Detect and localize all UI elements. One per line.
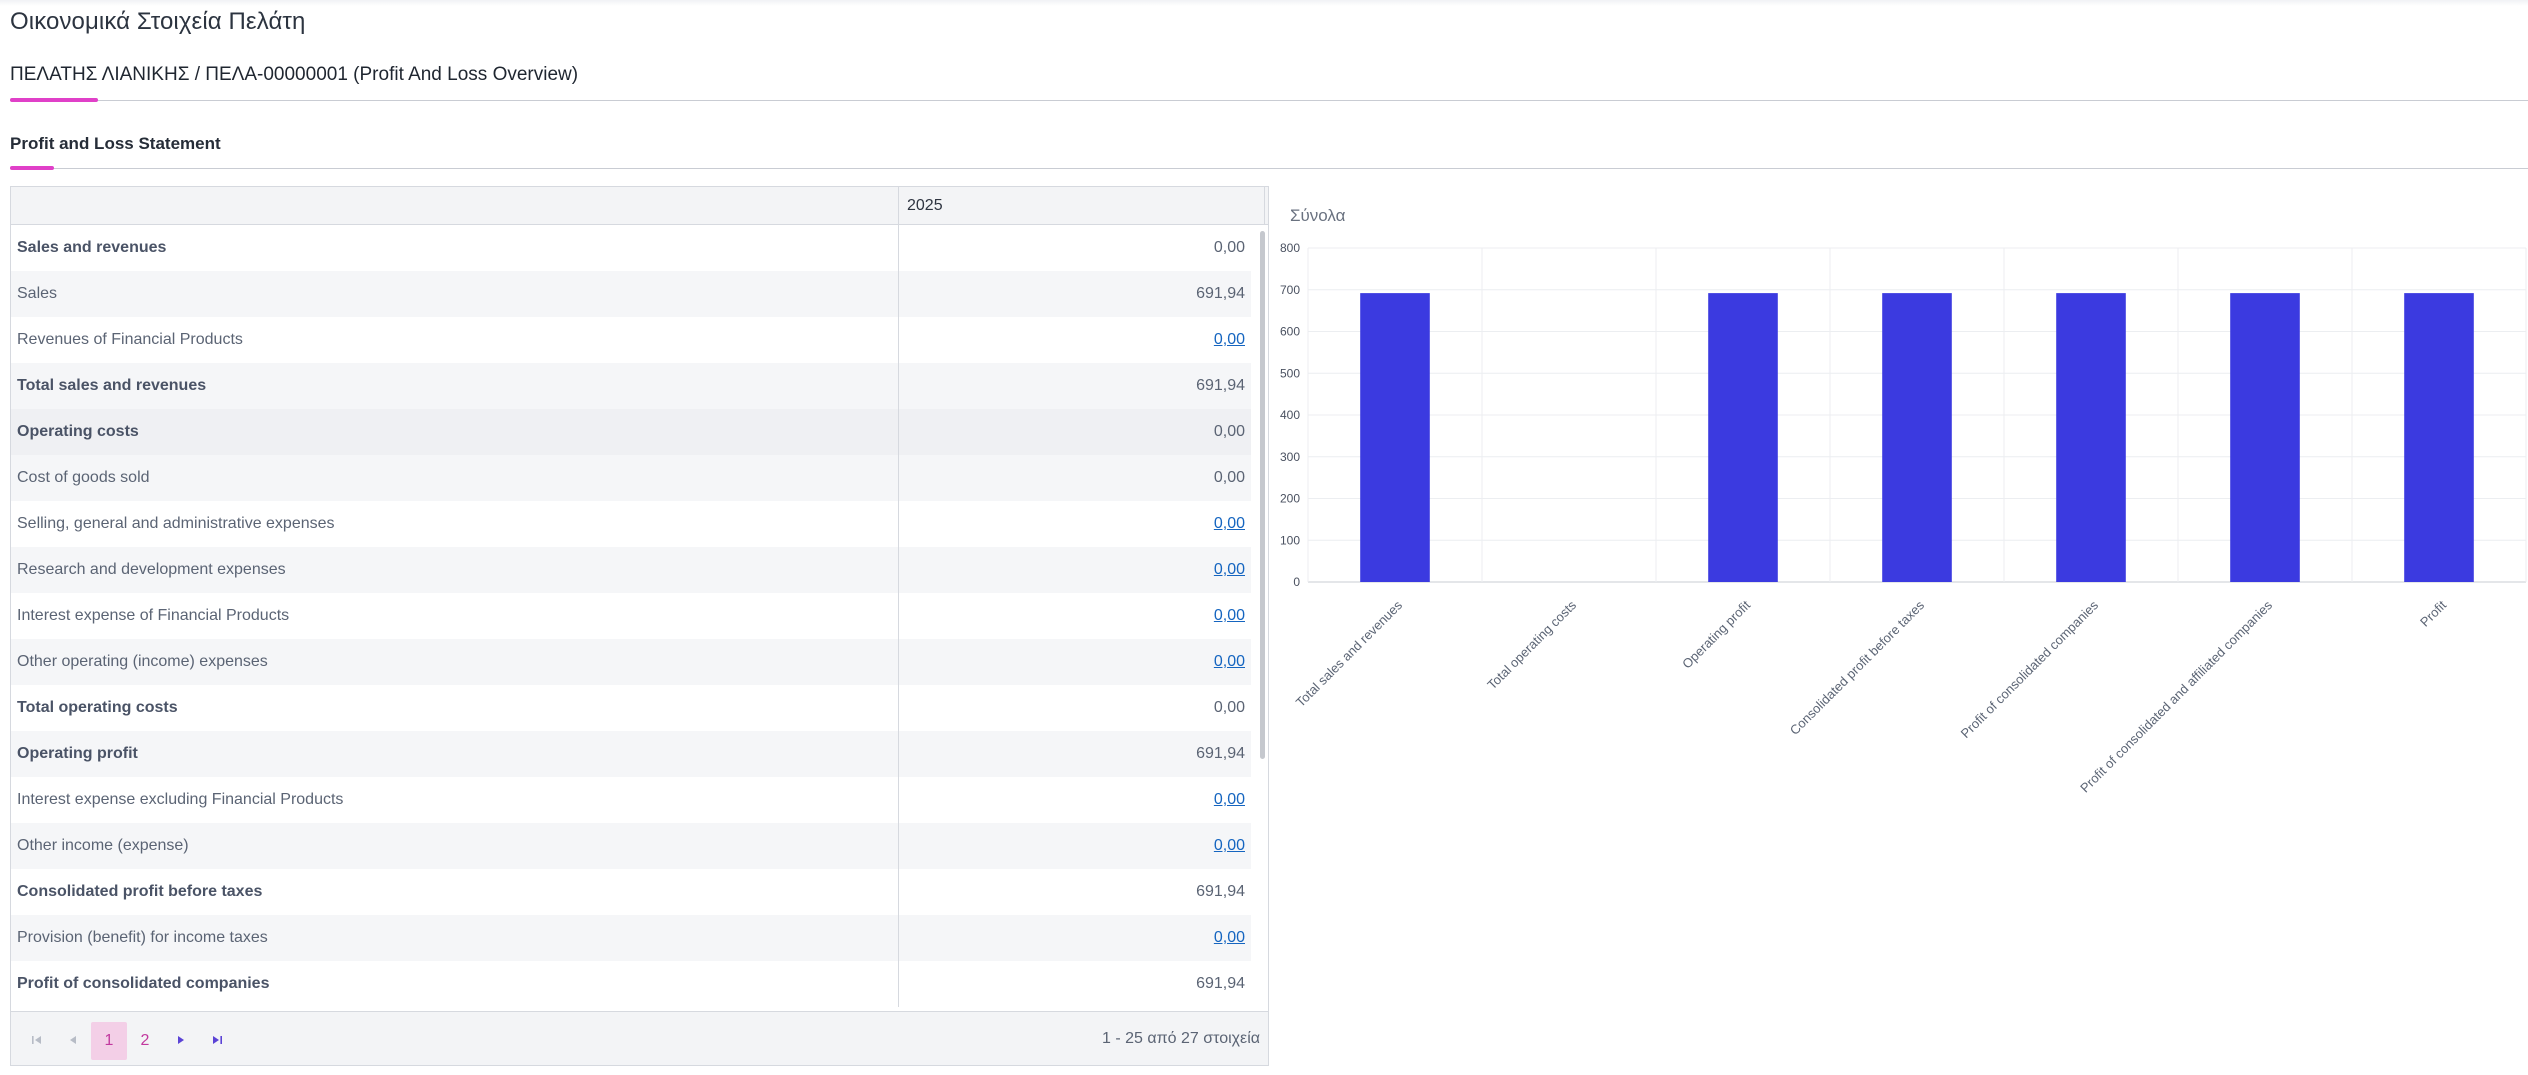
row-value: 0,00 <box>1213 423 1245 440</box>
row-label: Consolidated profit before taxes <box>11 869 899 915</box>
row-value: 691,94 <box>1196 745 1245 762</box>
table-row[interactable]: Research and development expenses 0,00 <box>11 547 1251 593</box>
row-value: 691,94 <box>1196 377 1245 394</box>
row-value-link[interactable]: 0,00 <box>899 317 1251 363</box>
table-row[interactable]: Interest expense of Financial Products 0,… <box>11 593 1251 639</box>
section-divider <box>10 168 2528 169</box>
first-page-icon[interactable] <box>19 1022 55 1060</box>
row-label: Operating profit <box>11 731 899 777</box>
grid-header-year-column[interactable]: 2025 <box>899 187 1265 225</box>
row-label: Sales and revenues <box>11 225 899 271</box>
grid-header-label-column[interactable] <box>11 187 899 225</box>
row-label: Cost of goods sold <box>11 455 899 501</box>
x-tick-label: Total operating costs <box>1484 597 1579 692</box>
row-value-link[interactable]: 0,00 <box>899 777 1251 823</box>
y-tick-label: 200 <box>1280 492 1300 506</box>
table-row[interactable]: Consolidated profit before taxes 691,94 <box>11 869 1251 915</box>
row-value: 691,94 <box>1196 883 1245 900</box>
row-value-link[interactable]: 0,00 <box>899 639 1251 685</box>
row-label: Revenues of Financial Products <box>11 317 899 363</box>
table-row[interactable]: Other operating (income) expenses 0,00 <box>11 639 1251 685</box>
x-tick-label: Profit of consolidated companies <box>1958 597 2102 741</box>
x-tick-label: Total sales and revenues <box>1293 597 1406 710</box>
totals-chart: Σύνολα 0 100 200 300 400 500 600 700 800 Total sa… <box>1272 186 2528 906</box>
x-tick-label: Profit <box>2417 597 2449 629</box>
y-tick-label: 700 <box>1280 283 1300 297</box>
chart-bar <box>2056 293 2126 582</box>
chart-bar <box>1882 293 1952 582</box>
table-row[interactable]: Selling, general and administrative expe… <box>11 501 1251 547</box>
table-row[interactable]: Interest expense excluding Financial Pro… <box>11 777 1251 823</box>
table-row[interactable]: Sales and revenues 0,00 <box>11 225 1251 271</box>
grid-pager: 1 2 1 - 25 από 27 στοιχεία <box>11 1011 1268 1065</box>
table-row[interactable]: Other income (expense) 0,00 <box>11 823 1251 869</box>
breadcrumb-active-indicator <box>10 98 98 102</box>
breadcrumb-divider <box>10 100 2528 101</box>
breadcrumb-tab[interactable]: ΠΕΛΑΤΗΣ ΛΙΑΝΙΚΗΣ / ΠΕΛΑ-00000001 (Profit… <box>10 64 578 86</box>
row-label: Provision (benefit) for income taxes <box>11 915 899 961</box>
table-row[interactable]: Total operating costs 0,00 <box>11 685 1251 731</box>
row-label: Interest expense excluding Financial Pro… <box>11 777 899 823</box>
row-value: 691,94 <box>1196 285 1245 302</box>
y-tick-label: 800 <box>1280 241 1300 255</box>
grid-vertical-scrollbar[interactable] <box>1260 231 1265 759</box>
row-value-link[interactable]: 0,00 <box>899 593 1251 639</box>
table-row[interactable]: Provision (benefit) for income taxes 0,00 <box>11 915 1251 961</box>
page-1-button[interactable]: 1 <box>91 1022 127 1060</box>
page-2-button[interactable]: 2 <box>127 1022 163 1060</box>
y-tick-label: 500 <box>1280 366 1300 380</box>
section-active-indicator <box>10 166 54 170</box>
prev-page-icon[interactable] <box>55 1022 91 1060</box>
row-value: 0,00 <box>1213 239 1245 256</box>
row-label: Interest expense of Financial Products <box>11 593 899 639</box>
table-row[interactable]: Total sales and revenues 691,94 <box>11 363 1251 409</box>
row-label: Total sales and revenues <box>11 363 899 409</box>
chart-bar <box>2404 293 2474 582</box>
row-label: Other operating (income) expenses <box>11 639 899 685</box>
table-row[interactable]: Operating profit 691,94 <box>11 731 1251 777</box>
topbar-shadow <box>0 0 2528 6</box>
section-title[interactable]: Profit and Loss Statement <box>10 134 221 154</box>
table-row[interactable]: Revenues of Financial Products 0,00 <box>11 317 1251 363</box>
row-label: Research and development expenses <box>11 547 899 593</box>
row-label: Sales <box>11 271 899 317</box>
page-title: Οικονομικά Στοιχεία Πελάτη <box>10 8 306 35</box>
y-tick-label: 400 <box>1280 408 1300 422</box>
chart-bar <box>1360 293 1430 582</box>
grid-header: 2025 <box>11 187 1268 225</box>
y-tick-label: 100 <box>1280 533 1300 547</box>
row-value: 691,94 <box>1196 975 1245 992</box>
row-value-link[interactable]: 0,00 <box>899 915 1251 961</box>
pager-info: 1 - 25 από 27 στοιχεία <box>1102 1030 1260 1047</box>
row-label: Total operating costs <box>11 685 899 731</box>
row-value-link[interactable]: 0,00 <box>899 501 1251 547</box>
table-row[interactable]: Sales 691,94 <box>11 271 1251 317</box>
row-value-link[interactable]: 0,00 <box>899 547 1251 593</box>
x-tick-label: Profit of consolidated and affiliated co… <box>2077 597 2275 795</box>
pnl-grid: 2025 Sales and revenues 0,00 Sales 691,94 Re… <box>10 186 1269 1066</box>
row-label: Profit of consolidated companies <box>11 961 899 1007</box>
x-tick-label: Operating profit <box>1679 597 1753 671</box>
y-tick-label: 0 <box>1293 575 1300 589</box>
table-row[interactable]: Profit of consolidated companies 691,94 <box>11 961 1251 1007</box>
last-page-icon[interactable] <box>199 1022 235 1060</box>
row-label: Other income (expense) <box>11 823 899 869</box>
table-row[interactable]: Operating costs 0,00 <box>11 409 1251 455</box>
table-row[interactable]: Cost of goods sold 0,00 <box>11 455 1251 501</box>
y-tick-label: 600 <box>1280 325 1300 339</box>
chart-bar <box>1708 293 1778 582</box>
x-tick-label: Consolidated profit before taxes <box>1787 597 1928 738</box>
row-label: Selling, general and administrative expe… <box>11 501 899 547</box>
chart-bar <box>2230 293 2300 582</box>
y-tick-label: 300 <box>1280 450 1300 464</box>
chart-canvas: 0 100 200 300 400 500 600 700 800 Total sales and… <box>1280 241 2527 795</box>
row-value: 0,00 <box>1213 469 1245 486</box>
row-value: 0,00 <box>1213 699 1245 716</box>
row-label: Operating costs <box>11 409 899 455</box>
next-page-icon[interactable] <box>163 1022 199 1060</box>
row-value-link[interactable]: 0,00 <box>899 823 1251 869</box>
grid-body: Sales and revenues 0,00 Sales 691,94 Revenue… <box>11 225 1268 1011</box>
